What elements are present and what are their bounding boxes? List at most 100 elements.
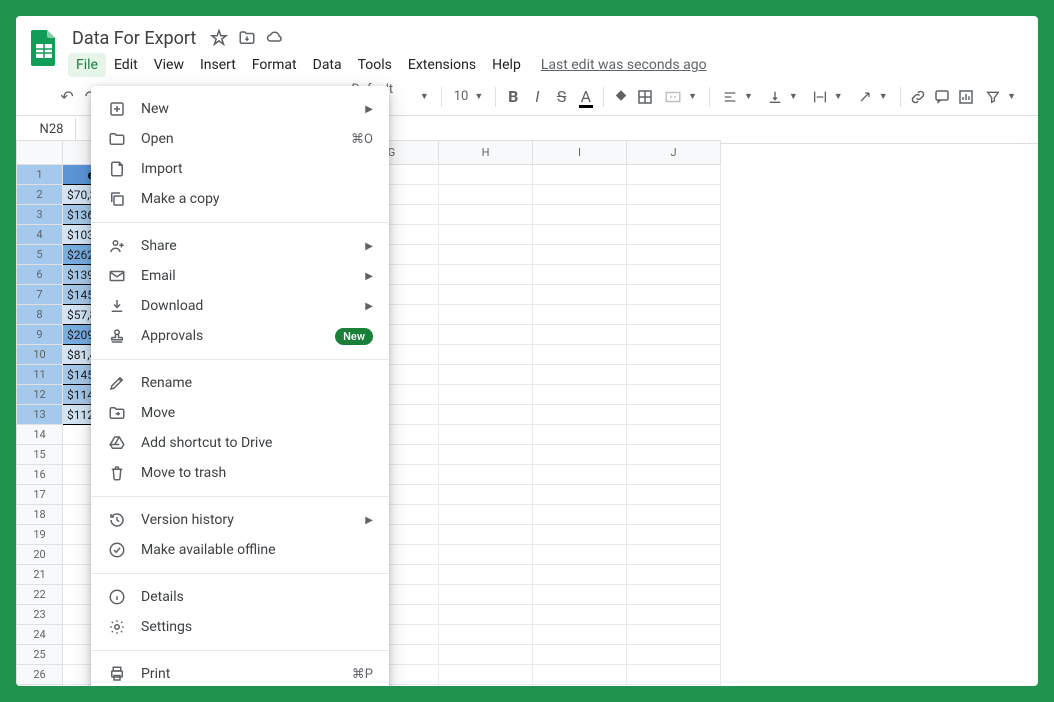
cloud-icon[interactable] — [266, 29, 284, 47]
cell-J20[interactable] — [627, 545, 721, 565]
cell-H26[interactable] — [439, 665, 533, 685]
undo-button[interactable]: ↶ — [56, 84, 78, 110]
cell-I3[interactable] — [533, 205, 627, 225]
menu-item-details[interactable]: Details — [91, 582, 389, 612]
row-22[interactable]: 22 — [17, 585, 63, 605]
valign-button[interactable]: ▼ — [761, 84, 804, 110]
row-24[interactable]: 24 — [17, 625, 63, 645]
row-4[interactable]: 4 — [17, 225, 63, 245]
row-8[interactable]: 8 — [17, 305, 63, 325]
cell-I16[interactable] — [533, 465, 627, 485]
cell-J18[interactable] — [627, 505, 721, 525]
star-icon[interactable] — [210, 29, 228, 47]
cell-H2[interactable] — [439, 185, 533, 205]
cell-J13[interactable] — [627, 405, 721, 425]
cell-J14[interactable] — [627, 425, 721, 445]
cell-I10[interactable] — [533, 345, 627, 365]
wrap-button[interactable]: ▼ — [806, 84, 849, 110]
cell-J21[interactable] — [627, 565, 721, 585]
cell-H18[interactable] — [439, 505, 533, 525]
cell-J17[interactable] — [627, 485, 721, 505]
merge-button[interactable]: ▼ — [658, 84, 703, 110]
name-box[interactable]: N28 — [28, 118, 76, 141]
menu-format[interactable]: Format — [244, 53, 305, 77]
menu-item-move[interactable]: Move — [91, 398, 389, 428]
cell-J26[interactable] — [627, 665, 721, 685]
cell-I6[interactable] — [533, 265, 627, 285]
cell-J16[interactable] — [627, 465, 721, 485]
cell-H25[interactable] — [439, 645, 533, 665]
menu-item-share[interactable]: Share ▶ — [91, 231, 389, 261]
cell-I13[interactable] — [533, 405, 627, 425]
italic-button[interactable]: I — [526, 84, 548, 110]
bold-button[interactable]: B — [502, 84, 524, 110]
menu-item-version-history[interactable]: Version history ▶ — [91, 505, 389, 535]
row-2[interactable]: 2 — [17, 185, 63, 205]
cell-I14[interactable] — [533, 425, 627, 445]
cell-J10[interactable] — [627, 345, 721, 365]
comment-button[interactable] — [931, 84, 953, 110]
row-26[interactable]: 26 — [17, 665, 63, 685]
cell-H24[interactable] — [439, 625, 533, 645]
menu-item-settings[interactable]: Settings — [91, 612, 389, 642]
row-1[interactable]: 1 — [17, 165, 63, 185]
cell-H13[interactable] — [439, 405, 533, 425]
borders-button[interactable] — [634, 84, 656, 110]
menu-item-rename[interactable]: Rename — [91, 368, 389, 398]
cell-J19[interactable] — [627, 525, 721, 545]
cell-H15[interactable] — [439, 445, 533, 465]
row-18[interactable]: 18 — [17, 505, 63, 525]
menu-item-approvals[interactable]: Approvals New — [91, 321, 389, 351]
menu-edit[interactable]: Edit — [106, 53, 146, 77]
cell-H16[interactable] — [439, 465, 533, 485]
cell-H12[interactable] — [439, 385, 533, 405]
cell-I25[interactable] — [533, 645, 627, 665]
row-3[interactable]: 3 — [17, 205, 63, 225]
cell-I27[interactable] — [533, 685, 627, 687]
sheets-logo[interactable] — [24, 28, 64, 68]
cell-I1[interactable] — [533, 165, 627, 185]
cell-H3[interactable] — [439, 205, 533, 225]
cell-I17[interactable] — [533, 485, 627, 505]
cell-H1[interactable] — [439, 165, 533, 185]
cell-J2[interactable] — [627, 185, 721, 205]
cell-I18[interactable] — [533, 505, 627, 525]
cell-H6[interactable] — [439, 265, 533, 285]
menu-item-email[interactable]: Email ▶ — [91, 261, 389, 291]
menu-data[interactable]: Data — [305, 53, 350, 77]
cell-H7[interactable] — [439, 285, 533, 305]
row-19[interactable]: 19 — [17, 525, 63, 545]
col-I[interactable]: I — [533, 141, 627, 165]
cell-I26[interactable] — [533, 665, 627, 685]
row-16[interactable]: 16 — [17, 465, 63, 485]
cell-I21[interactable] — [533, 565, 627, 585]
row-5[interactable]: 5 — [17, 245, 63, 265]
cell-J22[interactable] — [627, 585, 721, 605]
fillcolor-button[interactable] — [610, 84, 632, 110]
filter-button[interactable]: ▼ — [979, 84, 1022, 110]
menu-view[interactable]: View — [146, 53, 192, 77]
cell-I23[interactable] — [533, 605, 627, 625]
menu-item-add-shortcut-to-drive[interactable]: Add shortcut to Drive — [91, 428, 389, 458]
row-17[interactable]: 17 — [17, 485, 63, 505]
row-20[interactable]: 20 — [17, 545, 63, 565]
row-27[interactable]: 27 — [17, 685, 63, 687]
menu-extensions[interactable]: Extensions — [400, 53, 484, 77]
row-14[interactable]: 14 — [17, 425, 63, 445]
row-6[interactable]: 6 — [17, 265, 63, 285]
cell-I12[interactable] — [533, 385, 627, 405]
textcolor-button[interactable]: A — [575, 84, 597, 110]
cell-I20[interactable] — [533, 545, 627, 565]
menu-file[interactable]: File — [68, 53, 106, 77]
last-edit[interactable]: Last edit was seconds ago — [541, 57, 707, 73]
col-H[interactable]: H — [439, 141, 533, 165]
menu-item-import[interactable]: Import — [91, 154, 389, 184]
row-15[interactable]: 15 — [17, 445, 63, 465]
cell-H11[interactable] — [439, 365, 533, 385]
menu-item-make-a-copy[interactable]: Make a copy — [91, 184, 389, 214]
cell-H20[interactable] — [439, 545, 533, 565]
fontsize-select[interactable]: 10▼ — [448, 84, 490, 110]
cell-I5[interactable] — [533, 245, 627, 265]
row-10[interactable]: 10 — [17, 345, 63, 365]
halign-button[interactable]: ▼ — [716, 84, 759, 110]
